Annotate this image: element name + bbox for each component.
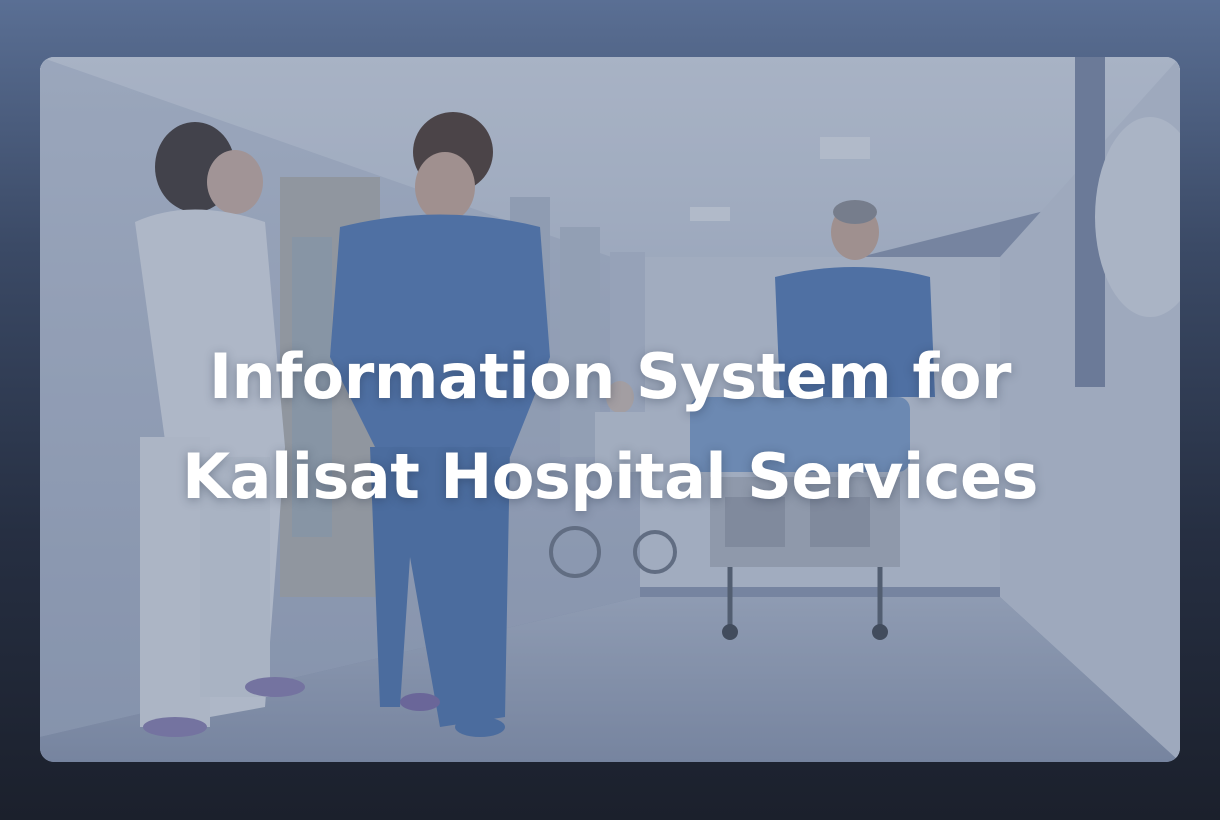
hero-title-line-1: Information System for [209, 340, 1012, 413]
hero-banner: Information System for Kalisat Hospital … [40, 57, 1180, 762]
hero-title-container: Information System for Kalisat Hospital … [40, 327, 1180, 527]
hero-title: Information System for Kalisat Hospital … [40, 327, 1180, 527]
hero-title-line-2: Kalisat Hospital Services [182, 440, 1038, 513]
